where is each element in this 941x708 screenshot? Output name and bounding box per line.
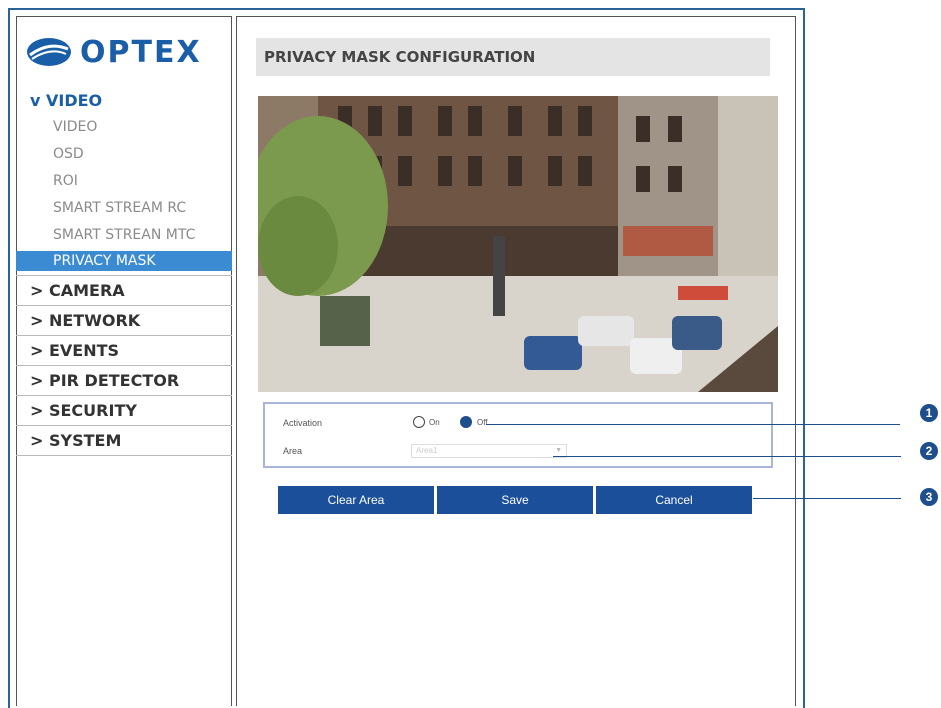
callout-line-2 <box>553 456 901 457</box>
clear-area-button[interactable]: Clear Area <box>278 486 434 514</box>
nav-group-system[interactable]: > SYSTEM <box>16 425 232 456</box>
nav-item-smart-stream-rc[interactable]: SMART STREAM RC <box>16 195 232 222</box>
callout-line-3 <box>753 498 901 499</box>
page-title: PRIVACY MASK CONFIGURATION <box>256 38 770 76</box>
activation-label: Activation <box>283 418 323 428</box>
callout-line-1 <box>486 424 900 425</box>
nav-item-video[interactable]: VIDEO <box>16 114 232 141</box>
callout-2: 2 <box>920 442 938 460</box>
nav-item-roi[interactable]: ROI <box>16 168 232 195</box>
activation-on-radio[interactable] <box>413 416 425 428</box>
nav-group-pir-detector[interactable]: > PIR DETECTOR <box>16 365 232 395</box>
activation-off-label: Off <box>477 418 488 427</box>
logo-text: OPTEX <box>80 34 202 70</box>
nav-group-network[interactable]: > NETWORK <box>16 305 232 335</box>
sidebar-nav: v VIDEO VIDEO OSD ROI SMART STREAM RC SM… <box>16 88 232 456</box>
activation-off-radio[interactable] <box>460 416 472 428</box>
nav-item-smart-stream-mtc[interactable]: SMART STREAN MTC <box>16 222 232 249</box>
video-preview[interactable] <box>258 96 778 392</box>
street-scene-image <box>258 96 778 392</box>
activation-on-label: On <box>429 418 440 427</box>
privacy-mask-form: Activation On Off Area Area1 ▼ <box>263 402 773 468</box>
save-button[interactable]: Save <box>437 486 593 514</box>
logo-mark-icon <box>27 38 71 66</box>
nav-section-video[interactable]: v VIDEO <box>16 88 232 114</box>
nav-item-osd[interactable]: OSD <box>16 141 232 168</box>
nav-group-camera[interactable]: > CAMERA <box>16 275 232 305</box>
callout-1: 1 <box>920 404 938 422</box>
cancel-button[interactable]: Cancel <box>596 486 752 514</box>
area-label: Area <box>283 446 303 456</box>
callout-3: 3 <box>920 488 938 506</box>
nav-group-events[interactable]: > EVENTS <box>16 335 232 365</box>
nav-item-privacy-mask[interactable]: PRIVACY MASK <box>16 251 232 271</box>
optex-logo: OPTEX <box>26 34 202 70</box>
nav-group-security[interactable]: > SECURITY <box>16 395 232 425</box>
area-select[interactable]: Area1 ▼ <box>411 444 567 458</box>
area-select-value: Area1 <box>416 446 438 455</box>
